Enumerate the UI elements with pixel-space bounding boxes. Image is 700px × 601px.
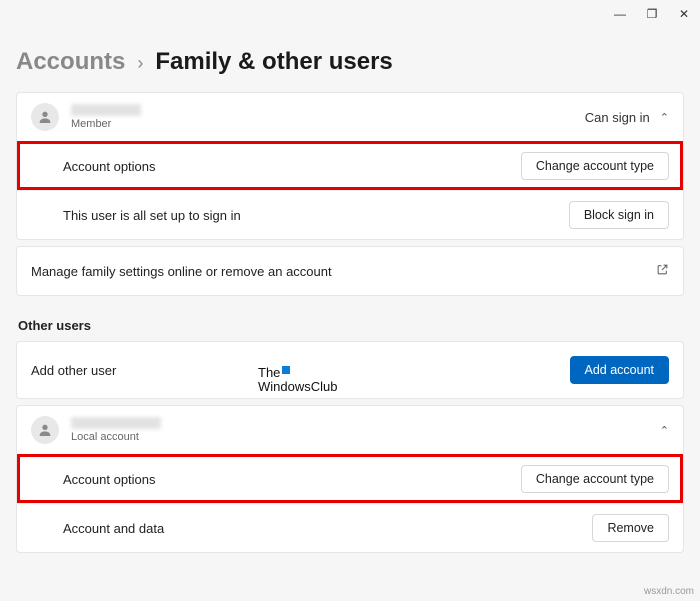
signin-row: This user is all set up to sign in Block… [17,190,683,239]
user-header[interactable]: Member Can sign in ⌃ [17,93,683,141]
account-data-row: Account and data Remove [17,503,683,552]
chevron-up-icon: ⌃ [660,424,669,437]
add-user-card: Add other user Add account [16,341,684,399]
local-user-card: Local account ⌃ Account options Change a… [16,405,684,553]
restore-button[interactable]: ❐ [636,0,668,28]
user-name-redacted [71,417,161,429]
external-link-icon [656,263,669,279]
block-signin-button[interactable]: Block sign in [569,201,669,229]
source-watermark: wsxdn.com [644,586,694,597]
manage-family-label: Manage family settings online or remove … [31,264,332,279]
breadcrumb: Accounts › Family & other users [16,48,684,76]
account-data-label: Account and data [63,521,580,536]
user-role: Member [71,118,573,130]
minimize-button[interactable]: — [604,0,636,28]
breadcrumb-parent[interactable]: Accounts [16,48,125,76]
family-user-card: Member Can sign in ⌃ Account options Cha… [16,92,684,240]
avatar-icon [31,416,59,444]
account-options-label: Account options [63,472,509,487]
add-user-label: Add other user [31,363,116,378]
manage-family-card[interactable]: Manage family settings online or remove … [16,246,684,296]
add-account-button[interactable]: Add account [570,356,670,384]
user-header[interactable]: Local account ⌃ [17,406,683,454]
close-button[interactable]: ✕ [668,0,700,28]
chevron-up-icon: ⌃ [660,111,669,124]
account-options-label: Account options [63,159,509,174]
remove-button[interactable]: Remove [592,514,669,542]
page-title: Family & other users [155,48,392,76]
signin-message: This user is all set up to sign in [63,208,557,223]
other-users-heading: Other users [18,318,684,333]
signin-status: Can sign in [585,110,650,125]
chevron-right-icon: › [137,53,143,74]
change-account-type-button[interactable]: Change account type [521,465,669,493]
change-account-type-button[interactable]: Change account type [521,152,669,180]
account-options-row: Account options Change account type [17,454,683,503]
settings-content: Accounts › Family & other users Member C… [0,0,700,575]
user-info: Member [71,104,573,130]
user-role: Local account [71,431,648,443]
avatar-icon [31,103,59,131]
window-controls: — ❐ ✕ [604,0,700,28]
account-options-row: Account options Change account type [17,141,683,190]
user-info: Local account [71,417,648,443]
user-name-redacted [71,104,141,116]
